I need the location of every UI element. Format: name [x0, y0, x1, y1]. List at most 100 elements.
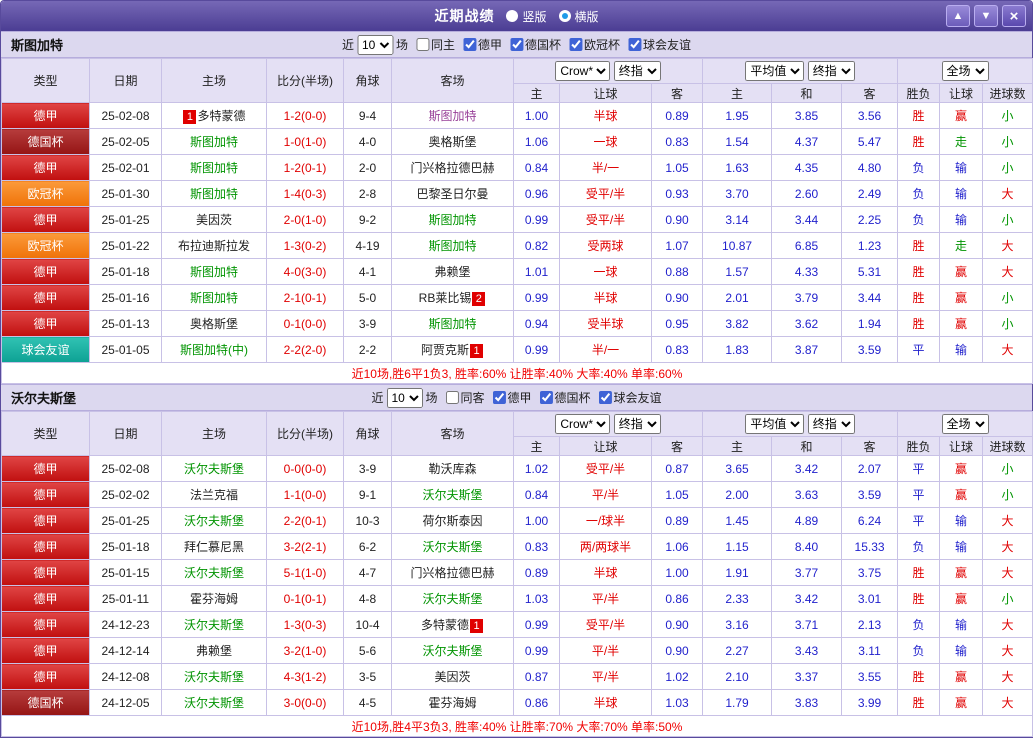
handicap-cell: 平/半 — [559, 663, 652, 690]
layout-radio-horizontal[interactable]: 横版 — [558, 8, 599, 25]
match-row: 德甲 25-01-18 斯图加特 4-0(3-0) 4-1 弗赖堡 1.01 一球 0.88 1.… — [1, 258, 1033, 285]
result-cell: 平 — [897, 336, 941, 363]
handicap-cell: 半球 — [559, 559, 652, 586]
avg-source-select[interactable]: 平均值 — [745, 61, 805, 81]
avg-draw-cell: 4.89 — [771, 507, 843, 534]
league-checkbox[interactable]: 欧冠杯 — [561, 36, 620, 53]
handicap-cell: 平/半 — [559, 585, 652, 612]
close-button[interactable]: × — [1002, 5, 1026, 27]
league-checkbox-input[interactable] — [462, 37, 476, 51]
goals-cell: 大 — [982, 663, 1033, 690]
goals-cell: 小 — [982, 585, 1033, 612]
league-checkbox-input[interactable] — [628, 37, 642, 51]
home-odds-cell: 1.06 — [513, 128, 560, 155]
same-venue-checkbox[interactable]: 同客 — [437, 389, 485, 406]
avg-home-cell: 1.91 — [702, 559, 773, 586]
league-checkbox[interactable]: 德国杯 — [502, 36, 561, 53]
corners-cell: 9-2 — [343, 206, 392, 233]
result-cell: 胜 — [897, 258, 941, 285]
league-checkbox-input[interactable] — [510, 37, 524, 51]
match-count-select[interactable]: 10 — [356, 34, 393, 55]
move-up-button[interactable]: ▲ — [946, 5, 970, 27]
corners-cell: 3-5 — [343, 663, 392, 690]
goals-cell: 小 — [982, 128, 1033, 155]
league-checkbox[interactable]: 德甲 — [485, 389, 532, 406]
home-team-cell: 沃尔夫斯堡 — [161, 455, 267, 482]
avg-source-group: 平均值 终指 — [702, 411, 899, 437]
team-label: 阿贾克斯 — [420, 343, 469, 357]
home-team-cell: 沃尔夫斯堡 — [161, 663, 267, 690]
team-label: 门兴格拉德巴赫 — [410, 161, 495, 175]
rank-badge: 2 — [472, 291, 486, 306]
col-result: 胜负 — [897, 83, 941, 103]
result-cell: 胜 — [897, 663, 941, 690]
league-checkbox-input[interactable] — [569, 37, 583, 51]
score-cell: 0-1(0-0) — [266, 310, 344, 337]
league-cell: 德国杯 — [1, 689, 90, 716]
league-checkbox-input[interactable] — [539, 390, 553, 404]
avg-time-select[interactable]: 终指 — [807, 61, 855, 81]
score-cell: 0-1(0-1) — [266, 585, 344, 612]
matches-table: 类型 日期 主场 比分(半场) 角球 客场 Crow* 终指 平均值 终指 全场… — [0, 411, 1033, 737]
avg-away-cell: 3.59 — [841, 336, 899, 363]
league-checkbox-input[interactable] — [492, 390, 506, 404]
league-checkbox[interactable]: 球会友谊 — [620, 36, 691, 53]
away-team-cell: 斯图加特 — [391, 102, 514, 129]
same-venue-checkbox[interactable]: 同主 — [408, 36, 455, 53]
corners-cell: 4-5 — [343, 689, 392, 716]
away-odds-cell: 0.89 — [650, 507, 704, 534]
league-checkbox[interactable]: 球会友谊 — [591, 389, 662, 406]
league-cell: 德甲 — [1, 559, 90, 586]
col-avg-home: 主 — [702, 436, 773, 456]
avg-draw-cell: 3.42 — [771, 585, 843, 612]
home-team-cell: 美因茨 — [161, 206, 267, 233]
col-avg-draw: 和 — [771, 436, 843, 456]
layout-radio-vertical[interactable]: 竖版 — [506, 8, 547, 25]
avg-source-select[interactable]: 平均值 — [745, 414, 805, 434]
league-checkbox[interactable]: 德甲 — [455, 36, 502, 53]
odds-source-group: Crow* 终指 — [512, 411, 704, 437]
avg-home-cell: 3.16 — [702, 611, 773, 638]
league-checkbox-label: 德国杯 — [525, 37, 562, 52]
match-row: 德甲 25-02-01 斯图加特 1-2(0-1) 2-0 门兴格拉德巴赫 0.84 半/一 1… — [1, 154, 1033, 181]
col-score: 比分(半场) — [266, 411, 344, 456]
match-count-select[interactable]: 10 — [386, 387, 423, 408]
team-section-wolfsburg: 沃尔夫斯堡 近 10 场 同客 德甲 德国杯 球会友谊 类型 日期 主场 比分(… — [0, 384, 1033, 737]
away-odds-cell: 0.90 — [650, 206, 704, 233]
result-cell: 胜 — [897, 585, 941, 612]
avg-away-cell: 3.56 — [841, 102, 899, 129]
home-odds-cell: 0.84 — [513, 481, 560, 508]
goals-cell: 小 — [982, 284, 1033, 311]
team-label: RB莱比锡 — [418, 291, 472, 305]
avg-away-cell: 3.75 — [841, 559, 899, 586]
handicap-result-cell: 输 — [939, 336, 984, 363]
handicap-result-cell: 赢 — [939, 689, 984, 716]
team-label: 斯图加特 — [189, 187, 238, 201]
avg-home-cell: 1.63 — [702, 154, 773, 181]
team-label: 沃尔夫斯堡 — [422, 644, 483, 658]
team-label: 多特蒙德 — [420, 618, 469, 632]
odds-time-select[interactable]: 终指 — [613, 414, 661, 434]
avg-time-select[interactable]: 终指 — [807, 414, 855, 434]
corners-cell: 10-3 — [343, 507, 392, 534]
score-cell: 1-2(0-0) — [266, 102, 344, 129]
avg-home-cell: 2.00 — [702, 481, 773, 508]
col-away: 客场 — [391, 58, 514, 103]
odds-source-select[interactable]: Crow* — [555, 414, 611, 434]
avg-home-cell: 3.70 — [702, 180, 773, 207]
result-cell: 胜 — [897, 310, 941, 337]
away-team-cell: 勒沃库森 — [391, 455, 514, 482]
odds-time-select[interactable]: 终指 — [613, 61, 661, 81]
date-cell: 25-01-25 — [89, 507, 162, 534]
team-label: 沃尔夫斯堡 — [183, 696, 244, 710]
scope-select[interactable]: 全场 — [941, 414, 989, 434]
home-team-cell: 霍芬海姆 — [161, 585, 267, 612]
odds-source-select[interactable]: Crow* — [555, 61, 611, 81]
handicap-cell: 受平/半 — [559, 611, 652, 638]
move-down-button[interactable]: ▼ — [974, 5, 998, 27]
league-checkbox-input[interactable] — [598, 390, 612, 404]
avg-home-cell: 2.27 — [702, 637, 773, 664]
scope-select[interactable]: 全场 — [941, 61, 989, 81]
score-cell: 1-4(0-3) — [266, 180, 344, 207]
league-checkbox[interactable]: 德国杯 — [532, 389, 591, 406]
